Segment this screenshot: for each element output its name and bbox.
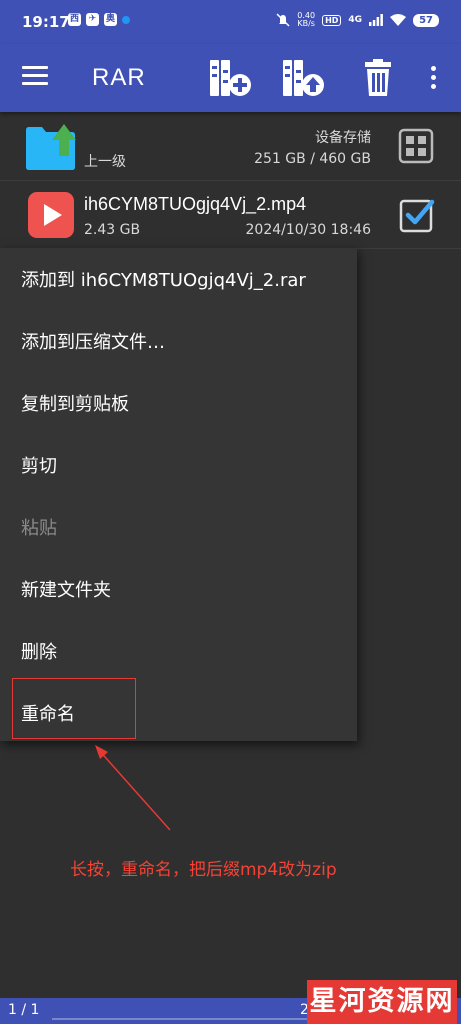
more-vert-icon[interactable] xyxy=(428,66,438,94)
hd-badge: HD xyxy=(322,14,342,26)
app-title: RAR xyxy=(92,64,146,91)
file-row[interactable]: ih6CYM8TUOgjq4Vj_2.mp4 2.43 GB 2024/10/3… xyxy=(0,182,461,249)
notification-app-icon: ✈ xyxy=(86,13,99,26)
mute-icon xyxy=(276,13,290,27)
checkbox-checked-icon[interactable] xyxy=(398,196,436,234)
annotation-highlight-box xyxy=(12,678,136,739)
delete-icon[interactable] xyxy=(356,58,400,98)
parent-directory-label: 上一级 xyxy=(84,154,126,170)
annotation-text: 长按，重命名，把后缀mp4改为zip xyxy=(70,860,337,880)
status-bar: 19:17 西 ✈ 奥 0.40 KB/s HD 4G 57 xyxy=(0,0,461,44)
storage-size: 251 GB / 460 GB xyxy=(254,151,371,167)
storage-label: 设备存储 xyxy=(315,130,371,146)
archive-add-icon[interactable] xyxy=(207,58,251,98)
menu-item-add-to-archive[interactable]: 添加到压缩文件… xyxy=(0,310,357,372)
folder-up-icon xyxy=(26,124,76,170)
file-date: 2024/10/30 18:46 xyxy=(245,222,372,238)
archive-extract-icon[interactable] xyxy=(280,58,324,98)
net-speed: 0.40 KB/s xyxy=(297,11,316,28)
context-menu: 添加到 ih6CYM8TUOgjq4Vj_2.rar 添加到压缩文件… 复制到剪… xyxy=(0,248,357,741)
watermark-logo: 星河资源网 xyxy=(307,980,457,1024)
menu-item-add-to-rar[interactable]: 添加到 ih6CYM8TUOgjq4Vj_2.rar xyxy=(0,248,357,310)
menu-item-paste: 粘贴 xyxy=(21,518,57,539)
status-time: 19:17 xyxy=(22,13,70,31)
page-count: 1 / 1 xyxy=(8,1002,40,1018)
signal-type: 4G xyxy=(348,15,363,25)
app-bar: RAR xyxy=(0,44,461,112)
video-file-icon xyxy=(28,192,74,238)
notification-app-icon: 西 xyxy=(68,13,81,26)
menu-item-cut[interactable]: 剪切 xyxy=(0,434,357,496)
battery-indicator: 57 xyxy=(413,13,439,27)
signal-icon xyxy=(369,14,383,26)
parent-directory-row[interactable]: 上一级 设备存储 251 GB / 460 GB xyxy=(0,114,461,181)
wifi-icon xyxy=(390,14,407,26)
menu-item-copy-to-clipboard[interactable]: 复制到剪贴板 xyxy=(0,372,357,434)
file-name: ih6CYM8TUOgjq4Vj_2.mp4 xyxy=(84,194,307,214)
menu-item-delete[interactable]: 删除 xyxy=(0,620,357,682)
notification-dot-icon xyxy=(122,16,130,24)
status-app-icons: 西 ✈ 奥 xyxy=(68,13,130,26)
status-indicators: 0.40 KB/s HD 4G 57 xyxy=(276,12,439,28)
grid-view-icon[interactable] xyxy=(398,128,434,164)
notification-app-icon: 奥 xyxy=(104,13,117,26)
menu-icon[interactable] xyxy=(22,66,48,90)
file-size: 2.43 GB xyxy=(84,222,141,238)
bottom-progress-line xyxy=(52,1018,310,1020)
menu-item-new-folder[interactable]: 新建文件夹 xyxy=(0,558,357,620)
